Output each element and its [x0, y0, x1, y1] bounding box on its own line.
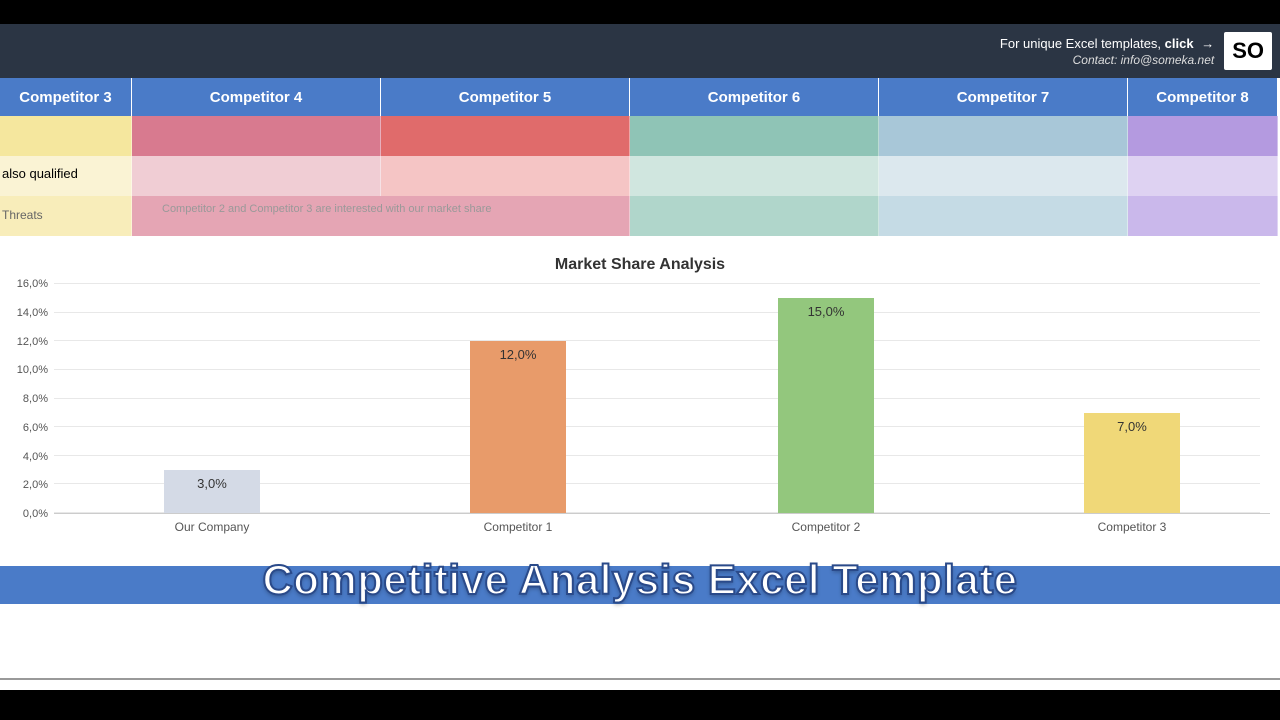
- bar-label-3: 7,0%: [1084, 419, 1180, 434]
- cell-r1-c8[interactable]: [1128, 116, 1278, 156]
- cell-r2-c3[interactable]: also qualified: [0, 156, 132, 196]
- cell-r3-c6[interactable]: [630, 196, 879, 236]
- plot-area: 3,0% 12,0% 15,0% 7,0%: [54, 284, 1270, 514]
- header-competitor-3[interactable]: Competitor 3: [0, 78, 132, 116]
- color-row-2: also qualified: [0, 156, 1280, 196]
- y-tick: 14,0%: [17, 307, 48, 319]
- header-competitor-8[interactable]: Competitor 8: [1128, 78, 1278, 116]
- grid-line: [54, 312, 1260, 313]
- y-tick: 10,0%: [17, 364, 48, 376]
- threats-text: Threats: [0, 196, 131, 222]
- cell-r2-c5[interactable]: [381, 156, 630, 196]
- header-competitor-6[interactable]: Competitor 6: [630, 78, 879, 116]
- grid-line: [54, 283, 1260, 284]
- cell-r3-c3[interactable]: Threats: [0, 196, 132, 236]
- cell-r2-c6[interactable]: [630, 156, 879, 196]
- qualified-text: also qualified: [0, 156, 131, 181]
- cell-r1-c5[interactable]: [381, 116, 630, 156]
- chart-area: Market Share Analysis 0,0% 2,0% 4,0% 6,0% 8,…: [0, 236, 1280, 546]
- header-text-block: For unique Excel templates, click → Cont…: [1000, 36, 1214, 67]
- x-axis-labels: Our Company Competitor 1 Competitor 2 Co…: [54, 514, 1270, 534]
- overlay-title: Competitive Analysis Excel Template: [0, 556, 1280, 604]
- promo-prefix: For unique Excel templates,: [1000, 36, 1165, 51]
- bottom-black-bar: [0, 690, 1280, 720]
- cell-r1-c4[interactable]: [132, 116, 381, 156]
- cell-r1-c3[interactable]: [0, 116, 132, 156]
- logo: SO: [1224, 32, 1272, 70]
- header-competitor-4[interactable]: Competitor 4: [132, 78, 381, 116]
- x-label-0: Our Company: [142, 520, 282, 534]
- x-label-2: Competitor 2: [756, 520, 896, 534]
- y-tick: 8,0%: [23, 393, 48, 405]
- color-row-3: Threats Competitor 2 and Competitor 3 ar…: [0, 196, 1280, 236]
- cell-r3-c7[interactable]: [879, 196, 1128, 236]
- bottom-divider: [0, 678, 1280, 680]
- y-axis: 0,0%2,0%4,0%6,0%8,0%10,0%12,0%14,0%16,0%: [10, 284, 54, 514]
- cell-r2-c7[interactable]: [879, 156, 1128, 196]
- promo-line[interactable]: For unique Excel templates, click →: [1000, 36, 1214, 51]
- y-tick: 4,0%: [23, 451, 48, 463]
- x-label-1: Competitor 1: [448, 520, 588, 534]
- market-share-note: Competitor 2 and Competitor 3 are intere…: [132, 196, 629, 222]
- x-label-3: Competitor 3: [1062, 520, 1202, 534]
- contact-line: Contact: info@someka.net: [1000, 53, 1214, 67]
- y-tick: 6,0%: [23, 422, 48, 434]
- grid-line: [54, 455, 1260, 456]
- promo-action[interactable]: click: [1165, 36, 1194, 51]
- bar-label-0: 3,0%: [164, 476, 260, 491]
- chart-title: Market Share Analysis: [10, 256, 1270, 274]
- bar-2[interactable]: 15,0%: [778, 298, 874, 513]
- bar-1[interactable]: 12,0%: [470, 341, 566, 513]
- grid-line: [54, 369, 1260, 370]
- y-tick: 16,0%: [17, 278, 48, 290]
- bar-0[interactable]: 3,0%: [164, 470, 260, 513]
- competitor-header-row: Competitor 3 Competitor 4 Competitor 5 C…: [0, 78, 1280, 116]
- header-competitor-7[interactable]: Competitor 7: [879, 78, 1128, 116]
- cell-r2-c8[interactable]: [1128, 156, 1278, 196]
- header-competitor-5[interactable]: Competitor 5: [381, 78, 630, 116]
- y-tick: 2,0%: [23, 479, 48, 491]
- y-tick: 12,0%: [17, 336, 48, 348]
- grid-line: [54, 426, 1260, 427]
- color-row-1: [0, 116, 1280, 156]
- bar-3[interactable]: 7,0%: [1084, 413, 1180, 513]
- contact-email[interactable]: info@someka.net: [1121, 53, 1215, 67]
- cell-r3-c8[interactable]: [1128, 196, 1278, 236]
- cell-r3-c4-merged[interactable]: Competitor 2 and Competitor 3 are intere…: [132, 196, 630, 236]
- grid-line: [54, 398, 1260, 399]
- bar-label-2: 15,0%: [778, 304, 874, 319]
- color-grid: also qualified Threats Competitor 2 and …: [0, 116, 1280, 236]
- arrow-right-icon: →: [1201, 36, 1214, 51]
- top-black-bar: [0, 0, 1280, 24]
- chart-body: 0,0%2,0%4,0%6,0%8,0%10,0%12,0%14,0%16,0%…: [10, 284, 1270, 514]
- cell-r1-c6[interactable]: [630, 116, 879, 156]
- y-tick: 0,0%: [23, 508, 48, 520]
- cell-r1-c7[interactable]: [879, 116, 1128, 156]
- header-bar: For unique Excel templates, click → Cont…: [0, 24, 1280, 78]
- cell-r2-c4[interactable]: [132, 156, 381, 196]
- bar-label-1: 12,0%: [470, 347, 566, 362]
- contact-label: Contact:: [1073, 53, 1121, 67]
- grid-line: [54, 340, 1260, 341]
